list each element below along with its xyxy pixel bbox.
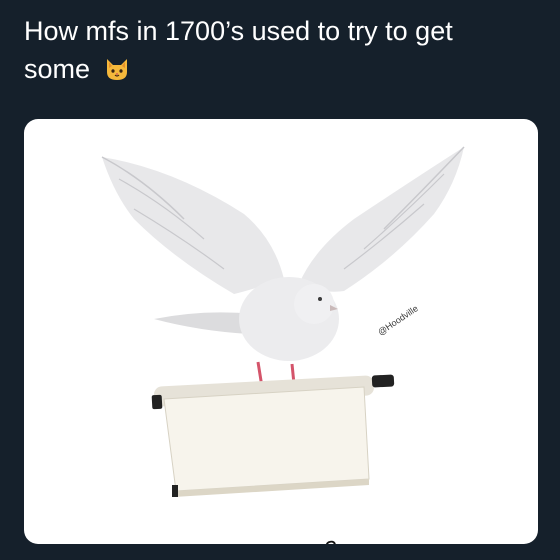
tweet-text-line-1: How mfs in 1700’s used to try to get: [24, 16, 453, 46]
tweet-text-line-2-label: some: [24, 54, 91, 84]
cat-face-emoji-icon: [104, 54, 130, 80]
tweet-text: How mfs in 1700’s used to try to get som…: [24, 12, 544, 88]
tweet-text-line-2: some: [24, 50, 544, 88]
dove-illustration: [101, 146, 465, 497]
media-image[interactable]: @Hoodville Wyd you up?: [24, 119, 538, 544]
